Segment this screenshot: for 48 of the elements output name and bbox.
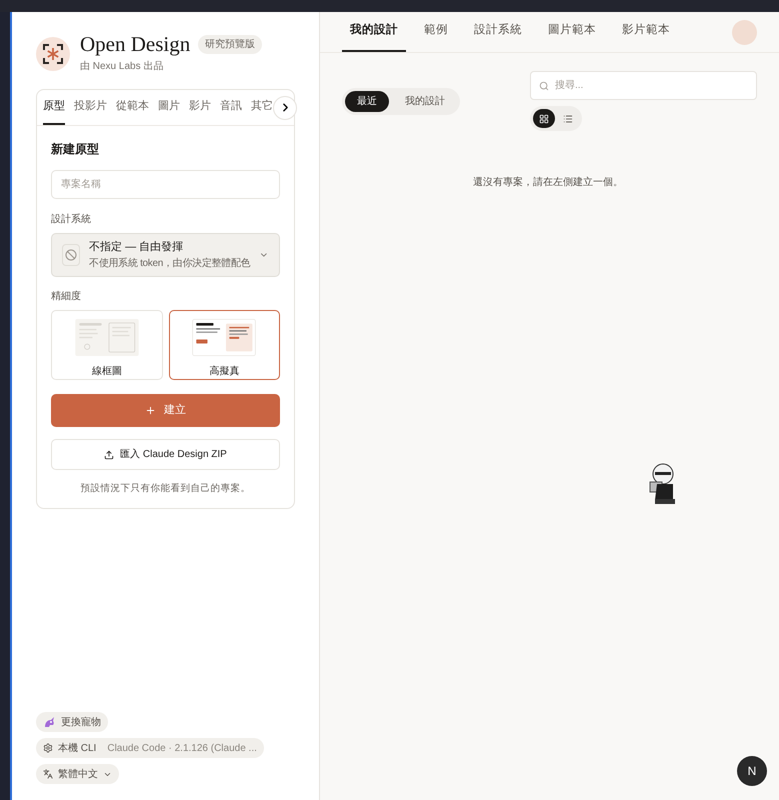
design-system-description: 不使用系統 token，由你決定整體配色 <box>89 256 250 271</box>
preview-badge: 研究預覽版 <box>198 35 262 54</box>
privacy-note: 預設情況下只有你能看到自己的專案。 <box>80 482 252 496</box>
import-button[interactable]: 匯入 Claude Design ZIP <box>51 439 280 470</box>
fidelity-option[interactable]: 高擬真 <box>168 310 280 380</box>
agent-detail: Claude Code · 2.1.126 (Claude ... <box>107 742 257 756</box>
form-heading: 新建原型 <box>51 141 100 158</box>
settings-icon <box>43 743 53 753</box>
type-tab[interactable]: 投影片 <box>74 90 107 125</box>
nav-tab[interactable]: 範例 <box>416 12 456 52</box>
design-system-select[interactable]: 不指定 — 自由發揮 不使用系統 token，由你決定整體配色 <box>51 233 280 277</box>
language-button[interactable]: 繁體中文 <box>36 764 119 784</box>
nav-tab[interactable]: 影片範本 <box>614 12 678 52</box>
list-icon <box>563 114 573 124</box>
scroll-right-button[interactable] <box>273 96 297 120</box>
type-tab[interactable]: 圖片 <box>158 90 180 125</box>
type-tab[interactable]: 音訊 <box>220 90 242 125</box>
type-tab[interactable]: 原型 <box>43 90 65 125</box>
search-icon <box>539 81 549 91</box>
design-system-title: 不指定 — 自由發揮 <box>89 240 184 256</box>
search-field[interactable]: 搜尋... <box>530 71 757 100</box>
app-title: Open Design <box>80 34 190 55</box>
create-button[interactable]: 建立 <box>51 394 280 427</box>
design-system-label: 設計系統 <box>51 212 92 227</box>
logo-icon <box>36 37 70 71</box>
app-subtitle: 由 Nexu Labs 出品 <box>80 60 164 74</box>
nav-tab[interactable]: 設計系統 <box>466 12 530 52</box>
fidelity-label: 精細度 <box>51 290 82 304</box>
filter-tab[interactable]: 最近 <box>345 91 389 112</box>
agent-button[interactable]: 本機 CLI Claude Code · 2.1.126 (Claude ... <box>36 738 264 758</box>
type-tab[interactable]: 從範本 <box>116 90 149 125</box>
project-name-field[interactable]: 專案名稱 <box>51 170 280 199</box>
change-pet-button[interactable]: 更換寵物 <box>36 712 108 732</box>
grid-view-button[interactable] <box>533 109 555 128</box>
nav-tab[interactable]: 圖片範本 <box>540 12 604 52</box>
type-tab[interactable]: 影片 <box>189 90 211 125</box>
grid-icon <box>539 114 549 124</box>
plus-icon <box>145 405 156 416</box>
floating-action-button[interactable]: N <box>737 756 767 786</box>
upload-icon <box>104 450 114 460</box>
language-icon <box>43 769 53 779</box>
type-tab[interactable]: 其它 <box>251 90 273 125</box>
empty-state-message: 還沒有專案，請在左側建立一個。 <box>473 176 624 190</box>
filter-tab[interactable]: 我的設計 <box>393 91 457 112</box>
fidelity-option[interactable]: 線框圖 <box>51 310 162 380</box>
ban-icon <box>62 244 80 266</box>
nav-tab[interactable]: 我的設計 <box>342 12 406 52</box>
agent-label: 本機 CLI <box>58 742 96 756</box>
